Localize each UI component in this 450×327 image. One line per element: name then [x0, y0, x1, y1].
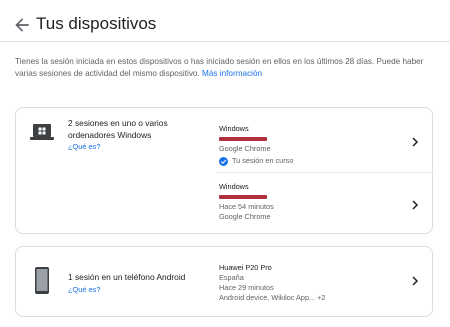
session-time: Hace 29 minutos [219, 283, 274, 292]
session-details: Huawei P20 Pro España Hace 29 minutos An… [219, 263, 325, 303]
current-session-indicator: Tu sesión en curso [219, 156, 293, 166]
session-row-windows-1[interactable]: Windows Google Chrome Tu sesión en curso [216, 108, 433, 172]
chevron-right-icon [412, 276, 419, 286]
device-card-android: 1 sesión en un teléfono Android ¿Qué es?… [15, 246, 433, 317]
back-arrow-icon[interactable] [12, 15, 32, 35]
session-os: Windows [219, 182, 249, 191]
laptop-icon [30, 124, 54, 140]
intro-text: Tienes la sesión iniciada en estos dispo… [15, 56, 435, 81]
device-summary-text: 2 sesiones en uno o varios ordenadores W… [68, 118, 168, 140]
page-title: Tus dispositivos [36, 14, 157, 33]
device-summary: 2 sesiones en uno o varios ordenadores W… [68, 118, 188, 153]
header-divider [0, 41, 450, 42]
session-details: Windows Hace 54 minutos Google Chrome [219, 182, 274, 222]
session-details: Windows Google Chrome Tu sesión en curso [219, 124, 293, 166]
session-os: Windows [219, 124, 249, 133]
what-is-link[interactable]: ¿Qué es? [68, 284, 208, 296]
session-row-windows-2[interactable]: Windows Hace 54 minutos Google Chrome [216, 172, 433, 235]
what-is-link[interactable]: ¿Qué es? [68, 141, 188, 153]
device-summary-text: 1 sesión en un teléfono Android [68, 272, 186, 282]
session-device: Huawei P20 Pro [219, 263, 272, 272]
session-apps: Android device, Wikiloc App... +2 [219, 293, 326, 302]
current-session-label: Tu sesión en curso [232, 156, 294, 165]
learn-more-link[interactable]: Más información [202, 69, 262, 78]
check-circle-icon [219, 156, 228, 166]
session-time: Hace 54 minutos [219, 202, 274, 211]
redacted-info [219, 137, 267, 141]
chevron-right-icon [412, 200, 419, 210]
session-browser: Google Chrome [219, 144, 271, 153]
session-location: España [219, 273, 244, 282]
session-browser: Google Chrome [219, 212, 271, 221]
device-card-windows: 2 sesiones en uno o varios ordenadores W… [15, 107, 433, 234]
chevron-right-icon [412, 137, 419, 147]
phone-icon [35, 267, 49, 294]
device-summary: 1 sesión en un teléfono Android ¿Qué es? [68, 272, 208, 295]
session-row-android[interactable]: Huawei P20 Pro España Hace 29 minutos An… [216, 247, 433, 318]
redacted-info [219, 195, 267, 199]
